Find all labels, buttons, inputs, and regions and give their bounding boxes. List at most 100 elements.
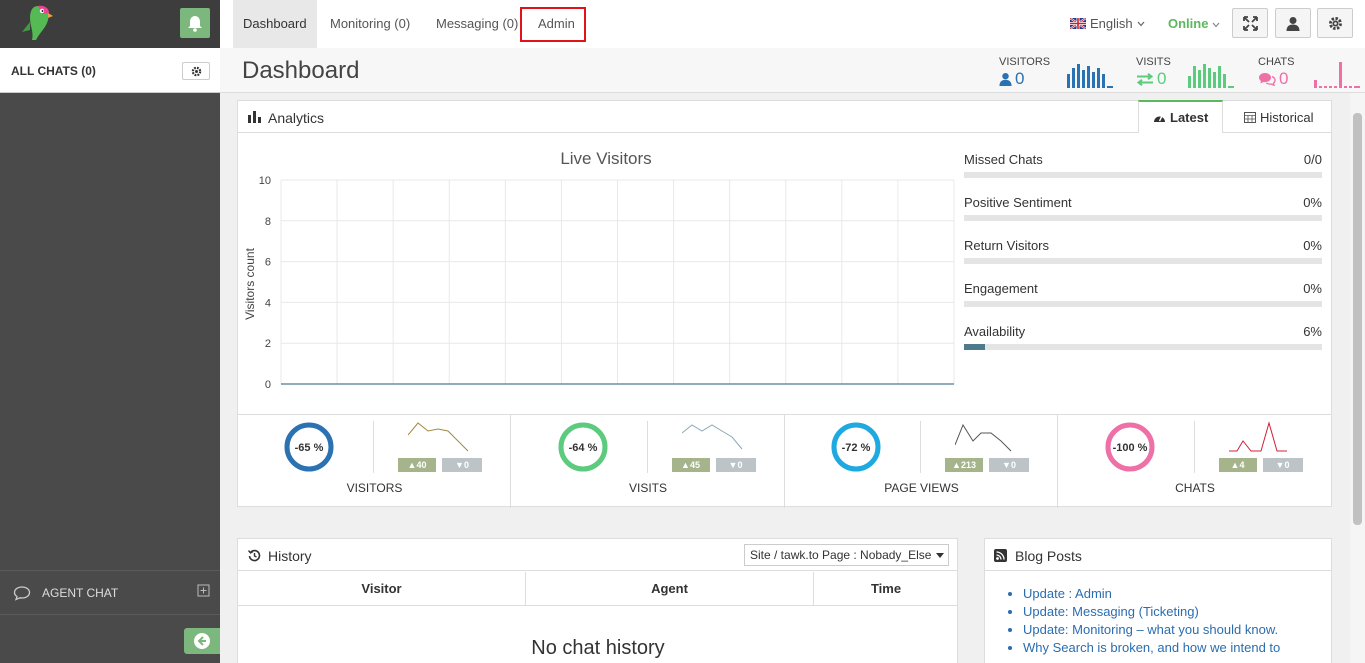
scrollbar-thumb[interactable] [1353,113,1362,525]
kpi-visits: -64 % ▲45 ▼0 VISITS [512,415,785,508]
kpi-up-badge: ▲45 [671,458,710,472]
kpi-name: VISITORS [346,481,403,495]
y-tick-label: 6 [265,257,271,269]
caret-down-icon [936,553,944,558]
bar-chart-icon [248,111,261,123]
metric-item: Engagement 0% [964,281,1322,307]
tab-monitoring[interactable]: Monitoring (0) [320,0,420,48]
kpi-chats: -100 % ▲4 ▼0 CHATS [1059,415,1332,508]
blog-link[interactable]: Update: Monitoring – what you should kno… [1023,622,1278,637]
admin-highlight-box [520,7,586,42]
blog-link[interactable]: Update : Admin [1023,586,1112,601]
top-navigation: Dashboard Monitoring (0) Messaging (0) A… [220,0,1365,48]
kpi-down-value: 0 [1010,460,1016,470]
metric-label: Missed Chats [964,152,1043,167]
chevron-down-icon [1137,21,1145,26]
blog-item[interactable]: Update: Messaging (Ticketing) [1023,603,1313,621]
tab-historical[interactable]: Historical [1230,101,1327,133]
page-scrollbar[interactable] [1350,93,1365,663]
metric-value: 0/0 [1303,152,1322,167]
column-agent[interactable]: Agent [526,572,814,606]
parrot-logo-icon[interactable] [16,2,56,44]
language-selector[interactable]: English [1070,16,1145,31]
metric-label: Return Visitors [964,238,1050,253]
user-icon [999,72,1012,86]
live-visitors-chart: Live Visitors Visitors count 0 2 4 6 8 10 [243,149,955,391]
gear-icon [191,66,201,76]
blog-link[interactable]: Update: Messaging (Ticketing) [1023,604,1199,619]
metric-label: Engagement [964,281,1038,296]
blog-item[interactable]: Why Search is broken, and how we intend … [1023,639,1313,657]
analytics-header: Analytics Latest Historical [238,100,1331,133]
kpi-divider [373,421,374,473]
status-selector[interactable]: Online [1168,16,1220,31]
metric-progress-bar [964,301,1322,307]
exchange-arrows-icon [1136,72,1154,86]
chats-settings-button[interactable] [182,62,210,80]
metric-label: Positive Sentiment [964,195,1072,210]
kpi-donut: -72 % [831,422,881,472]
expand-plus-icon[interactable] [197,584,210,597]
y-tick-label: 2 [265,338,271,350]
status-label: Online [1168,16,1209,31]
kpi-down-value: 0 [1284,460,1290,470]
agent-chat-section[interactable]: AGENT CHAT [0,570,220,615]
kpi-percent: -65 % [295,442,324,454]
empty-history-message: No chat history [531,637,665,659]
metric-value: 0% [1303,238,1322,253]
blog-title: Blog Posts [1015,548,1082,564]
notifications-button[interactable] [180,8,210,38]
kpi-up-value: 40 [416,460,427,470]
arrow-left-circle-icon [194,633,210,649]
chats-stat: CHATS 0 [1258,56,1294,89]
kpi-row: -65 % ▲40 ▼0 VISITORS -64 % ▲45 ▼0 VISITS -72 % ▲… [238,414,1332,508]
metric-label: Availability [964,324,1026,339]
blog-item[interactable]: Update : Admin [1023,585,1313,603]
metric-item: Positive Sentiment 0% [964,195,1322,221]
sidebar: ALL CHATS (0) AGENT CHAT [0,0,220,663]
user-icon [1286,16,1300,31]
all-chats-header: ALL CHATS (0) [0,48,220,93]
fullscreen-button[interactable] [1232,8,1268,38]
chart-title: Live Visitors [560,149,651,168]
blog-item[interactable]: Update: Monitoring – what you should kno… [1023,621,1313,639]
page-title: Dashboard [242,57,360,84]
kpi-up-value: 4 [1239,460,1245,470]
collapse-sidebar-button[interactable] [184,628,220,654]
y-tick-label: 4 [265,297,271,309]
blog-list: Update : Admin Update: Messaging (Ticket… [1023,585,1313,657]
kpi-down-value: 0 [463,460,469,470]
column-visitor[interactable]: Visitor [238,572,526,606]
column-time[interactable]: Time [814,572,958,606]
tab-latest-label: Latest [1170,110,1209,125]
metric-item: Missed Chats 0/0 [964,152,1322,178]
kpi-divider [1193,421,1195,473]
kpi-up-value: 45 [689,460,700,470]
settings-button[interactable] [1317,8,1353,38]
kpi-name: PAGE VIEWS [884,481,959,495]
visits-sparkbar [1188,64,1234,88]
tab-dashboard[interactable]: Dashboard [233,0,317,48]
kpi-down-badge: ▼0 [989,458,1029,472]
metric-value: 6% [1303,324,1322,339]
visits-stat-label: VISITS [1136,56,1171,68]
calendar-icon [1244,112,1256,123]
metric-progress-bar [964,215,1322,221]
kpi-divider [920,421,921,473]
kpi-up-badge: ▲40 [398,458,436,472]
tab-messaging[interactable]: Messaging (0) [426,0,528,48]
y-tick-label: 8 [265,216,271,228]
expand-arrows-icon [1242,15,1258,31]
chats-stat-label: CHATS [1258,56,1295,68]
metric-progress-bar [964,258,1322,264]
tab-latest[interactable]: Latest [1138,100,1224,133]
sidebar-top [0,0,220,48]
language-label: English [1090,16,1133,31]
history-site-filter[interactable]: Site / tawk.to Page : Nobady_Else [744,544,949,566]
history-icon [248,549,261,562]
chats-stat-value: 0 [1279,69,1289,88]
metric-value: 0% [1303,195,1322,210]
blog-link[interactable]: Why Search is broken, and how we intend … [1023,640,1280,655]
profile-button[interactable] [1275,8,1311,38]
metric-item: Return Visitors 0% [964,238,1322,264]
